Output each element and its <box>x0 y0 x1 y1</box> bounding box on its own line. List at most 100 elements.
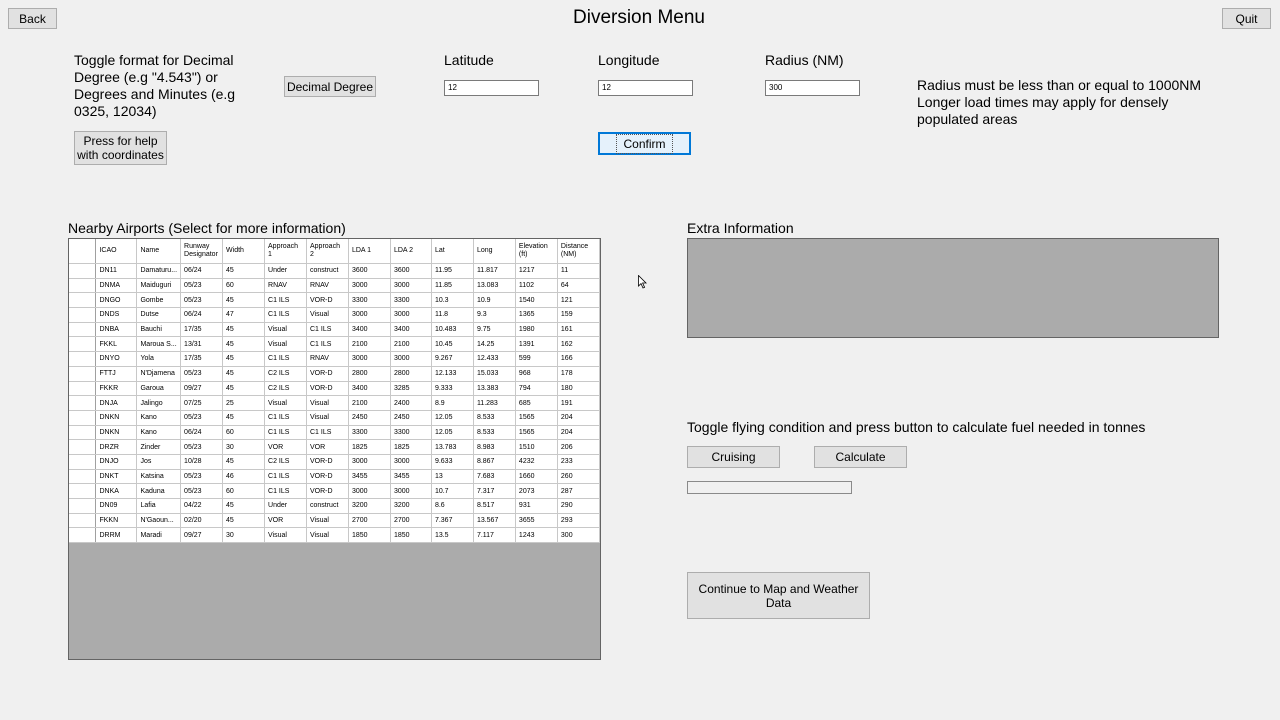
table-cell[interactable]: Visual <box>306 395 349 411</box>
table-cell[interactable]: 287 <box>557 483 600 499</box>
table-cell[interactable]: 06/24 <box>180 263 224 279</box>
table-cell[interactable]: FKKR <box>95 381 138 397</box>
table-cell[interactable]: 1850 <box>390 527 432 544</box>
table-cell[interactable]: 3285 <box>390 381 432 397</box>
row-header[interactable] <box>69 527 97 544</box>
table-cell[interactable]: C1 ILS <box>264 307 307 323</box>
table-cell[interactable]: C1 ILS <box>306 425 349 441</box>
table-cell[interactable]: 3000 <box>348 483 391 499</box>
table-cell[interactable]: C1 ILS <box>264 410 307 426</box>
table-cell[interactable]: 3200 <box>390 498 432 514</box>
table-cell[interactable]: Visual <box>306 527 349 544</box>
table-cell[interactable]: DNMA <box>95 278 138 294</box>
table-cell[interactable]: Visual <box>264 336 307 353</box>
column-header[interactable]: Approach 1 <box>264 239 307 264</box>
table-cell[interactable]: 12.05 <box>431 425 474 441</box>
continue-map-weather-button[interactable]: Continue to Map and Weather Data <box>687 572 870 619</box>
table-cell[interactable]: 13.083 <box>473 278 516 294</box>
table-cell[interactable]: 25 <box>222 395 266 411</box>
table-cell[interactable]: 30 <box>222 527 266 544</box>
quit-button[interactable]: Quit <box>1222 8 1271 29</box>
table-cell[interactable]: 166 <box>557 351 600 367</box>
table-row[interactable]: DNKT Katsina 05/23 46 C1 ILS VOR-D 3455 3455 13 7… <box>69 469 600 485</box>
table-row[interactable]: DNKA Kaduna 05/23 60 C1 ILS VOR-D 3000 3000 10.7… <box>69 483 600 499</box>
coordinate-help-button[interactable]: Press for help with coordinates <box>74 131 167 165</box>
table-cell[interactable]: 45 <box>222 454 266 470</box>
table-cell[interactable]: C2 ILS <box>264 454 307 470</box>
table-cell[interactable]: DNGO <box>95 292 138 309</box>
table-cell[interactable]: 10.7 <box>431 483 474 499</box>
table-cell[interactable]: 9.3 <box>473 307 516 323</box>
table-cell[interactable]: C1 ILS <box>306 322 349 338</box>
table-row[interactable]: FTTJ N'Djamena 05/23 45 C2 ILS VOR-D 2800 2800 1… <box>69 366 600 382</box>
table-cell[interactable]: 2100 <box>348 336 391 353</box>
table-cell[interactable]: 11.8 <box>431 307 474 323</box>
row-header[interactable] <box>69 263 97 279</box>
table-cell[interactable]: 15.033 <box>473 366 516 382</box>
row-header[interactable] <box>69 278 97 294</box>
table-cell[interactable]: VOR-D <box>306 292 349 309</box>
table-cell[interactable]: 17/35 <box>180 322 224 338</box>
table-cell[interactable]: 794 <box>515 381 558 397</box>
table-cell[interactable]: DRZR <box>95 439 138 455</box>
table-cell[interactable]: C1 ILS <box>264 483 307 499</box>
table-cell[interactable]: 45 <box>222 351 266 367</box>
table-cell[interactable]: 3000 <box>348 278 391 294</box>
table-cell[interactable]: 14.25 <box>473 336 516 353</box>
table-cell[interactable]: DNYO <box>95 351 138 367</box>
table-cell[interactable]: 685 <box>515 395 558 411</box>
table-cell[interactable]: DNKA <box>95 483 138 499</box>
longitude-input[interactable] <box>598 80 693 96</box>
table-cell[interactable]: 159 <box>557 307 600 323</box>
column-header[interactable]: Lat <box>431 239 474 264</box>
column-header[interactable]: Width <box>222 239 266 264</box>
table-cell[interactable]: 46 <box>222 469 266 485</box>
row-header[interactable] <box>69 425 97 441</box>
table-cell[interactable]: 2100 <box>390 336 432 353</box>
table-cell[interactable]: 06/24 <box>180 425 224 441</box>
table-cell[interactable]: VOR-D <box>306 381 349 397</box>
table-cell[interactable]: N'Djamena <box>136 366 182 382</box>
table-cell[interactable]: 1217 <box>515 263 558 279</box>
column-header[interactable]: Name <box>136 239 182 264</box>
table-row[interactable]: FKKN N'Gaoun... 02/20 45 VOR Visual 2700 2700 7.… <box>69 513 600 529</box>
table-cell[interactable]: 3000 <box>390 307 432 323</box>
table-cell[interactable]: N'Gaoun... <box>136 513 182 529</box>
table-cell[interactable]: 2800 <box>348 366 391 382</box>
table-cell[interactable]: 206 <box>557 439 600 455</box>
table-cell[interactable]: 7.117 <box>473 527 516 544</box>
table-row[interactable]: DRZR Zinder 05/23 30 VOR VOR 1825 1825 13.783 8.9… <box>69 439 600 455</box>
table-cell[interactable]: VOR-D <box>306 454 349 470</box>
table-cell[interactable]: C1 ILS <box>264 469 307 485</box>
column-header[interactable]: ICAO <box>95 239 138 264</box>
table-cell[interactable]: 3455 <box>348 469 391 485</box>
table-cell[interactable]: VOR-D <box>306 469 349 485</box>
table-row[interactable]: FKKL Maroua S... 13/31 45 Visual C1 ILS 2100 21… <box>69 336 600 353</box>
table-cell[interactable]: construct <box>306 263 349 279</box>
table-cell[interactable]: 2400 <box>390 395 432 411</box>
table-cell[interactable]: 3000 <box>348 351 391 367</box>
table-cell[interactable]: 47 <box>222 307 266 323</box>
table-cell[interactable]: 8.9 <box>431 395 474 411</box>
row-header[interactable] <box>69 322 97 338</box>
table-cell[interactable]: 2450 <box>390 410 432 426</box>
table-cell[interactable]: 204 <box>557 410 600 426</box>
table-cell[interactable]: 300 <box>557 527 600 544</box>
table-cell[interactable]: C1 ILS <box>264 351 307 367</box>
column-header[interactable]: LDA 2 <box>390 239 432 264</box>
table-cell[interactable]: 04/22 <box>180 498 224 514</box>
table-cell[interactable]: 10/28 <box>180 454 224 470</box>
table-row[interactable]: DNKN Kano 05/23 45 C1 ILS Visual 2450 2450 12.05… <box>69 410 600 426</box>
table-row[interactable]: DNGO Gombe 05/23 45 C1 ILS VOR-D 3300 3300 10.3 1… <box>69 292 600 309</box>
table-row[interactable]: DNBA Bauchi 17/35 45 Visual C1 ILS 3400 3400 10.… <box>69 322 600 338</box>
table-cell[interactable]: 3000 <box>348 307 391 323</box>
table-cell[interactable]: Maroua S... <box>136 336 182 353</box>
row-header[interactable] <box>69 292 97 309</box>
table-cell[interactable]: DRRM <box>95 527 138 544</box>
table-cell[interactable]: FTTJ <box>95 366 138 382</box>
table-cell[interactable]: 3300 <box>348 425 391 441</box>
table-cell[interactable]: VOR-D <box>306 483 349 499</box>
row-header[interactable] <box>69 351 97 367</box>
table-row[interactable]: DNKN Kano 06/24 60 C1 ILS C1 ILS 3300 3300 12.05… <box>69 425 600 441</box>
confirm-button[interactable]: Confirm <box>598 132 691 155</box>
